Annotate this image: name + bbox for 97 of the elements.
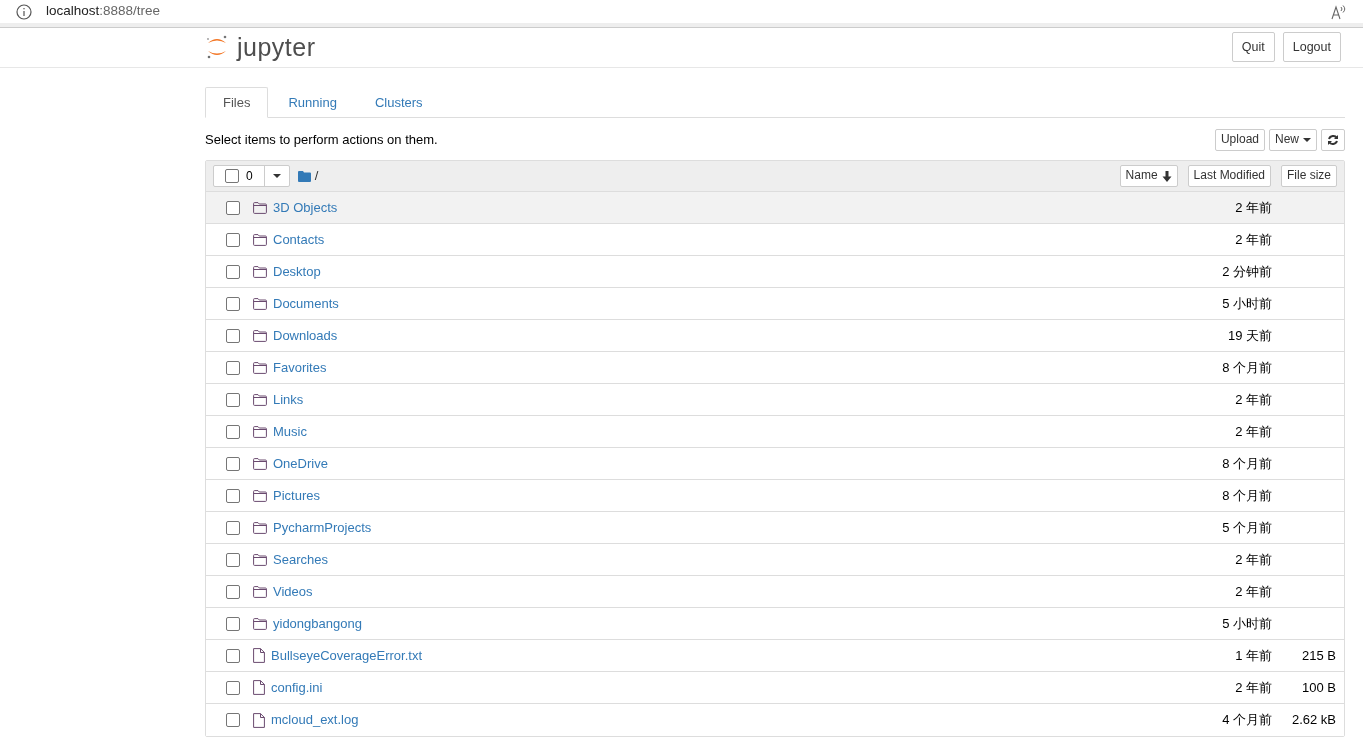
file-link[interactable]: config.ini [271,677,323,698]
modified-time: 1 年前 [1234,646,1272,665]
address-url[interactable]: localhost:8888/tree [46,1,161,22]
caret-icon [272,173,281,179]
jupyter-logo-icon [205,34,229,60]
tab[interactable]: Clusters [356,87,441,118]
modified-time: 4 个月前 [1221,711,1272,730]
row-checkbox[interactable] [226,456,240,471]
tab[interactable]: Files [205,87,269,118]
modified-time: 8 个月前 [1221,358,1272,377]
row-checkbox[interactable] [226,648,240,663]
file-size: 215 B [1301,646,1337,665]
row-checkbox[interactable] [226,680,240,695]
info-icon[interactable] [16,3,32,20]
row-checkbox[interactable] [226,264,240,279]
folder-icon [253,233,267,246]
row-checkbox[interactable] [226,360,240,375]
file-icon [253,648,265,663]
folder-icon [253,617,267,630]
folder-link[interactable]: PycharmProjects [273,517,372,538]
row-checkbox[interactable] [226,328,240,343]
arrow-down-icon [1161,170,1172,182]
folder-link[interactable]: Favorites [273,357,327,378]
tab[interactable]: Running [270,87,355,118]
modified-time: 5 小时前 [1221,614,1272,633]
folder-icon [253,553,267,566]
file-size: 2.62 kB [1290,711,1337,730]
folder-link[interactable]: Searches [273,549,328,570]
folder-icon [253,329,267,342]
folder-link[interactable]: Desktop [273,261,321,282]
sort-button[interactable]: Name [1119,165,1178,187]
row-checkbox[interactable] [226,200,240,215]
folder-link[interactable]: yidongbangong [273,613,362,634]
row-checkbox[interactable] [226,713,240,727]
row-checkbox[interactable] [226,520,240,535]
modified-time: 5 个月前 [1221,518,1272,537]
modified-time: 2 年前 [1234,230,1272,249]
quit-button[interactable]: Quit [1231,31,1275,63]
row-checkbox[interactable] [226,392,240,407]
selected-count: 0 [246,168,253,185]
modified-time: 19 天前 [1226,326,1272,345]
logo-text: jupyter [237,34,316,60]
folder-icon [253,585,267,598]
folder-icon [253,361,267,374]
folder-link[interactable]: Pictures [273,485,320,506]
row-checkbox[interactable] [226,616,240,631]
modified-time: 5 小时前 [1221,294,1272,313]
modified-time: 2 年前 [1234,198,1272,217]
folder-icon [253,201,267,214]
row-checkbox[interactable] [226,584,240,599]
folder-icon [253,425,267,438]
instruction-text: Select items to perform actions on them. [205,131,438,150]
row-checkbox[interactable] [226,488,240,503]
file-icon [253,712,265,728]
folder-icon [253,265,267,278]
modified-time: 2 年前 [1234,422,1272,441]
folder-icon [253,297,267,310]
folder-icon [253,521,267,534]
modified-time: 2 年前 [1234,390,1272,409]
sort-button[interactable]: File size [1281,165,1337,187]
modified-time: 8 个月前 [1221,454,1272,473]
row-checkbox[interactable] [226,296,240,311]
folder-link[interactable]: Music [273,421,307,442]
folder-link[interactable]: Contacts [273,229,325,250]
file-icon [253,680,265,695]
folder-link[interactable]: OneDrive [273,453,328,474]
folder-icon [253,489,267,502]
folder-link[interactable]: Links [273,389,304,410]
select-all-dropdown[interactable]: 0 [213,165,290,187]
folder-icon [297,170,311,182]
row-checkbox[interactable] [226,232,240,247]
modified-time: 8 个月前 [1221,486,1272,505]
select-all-checkbox[interactable] [225,169,239,183]
folder-link[interactable]: 3D Objects [273,197,338,218]
modified-time: 2 年前 [1234,582,1272,601]
folder-link[interactable]: Documents [273,293,339,314]
refresh-icon [1327,134,1339,146]
file-size: 100 B [1301,678,1337,697]
new-button[interactable]: New [1269,129,1317,151]
folder-icon [253,457,267,470]
modified-time: 2 年前 [1234,678,1272,697]
sort-button[interactable]: Last Modified [1187,165,1271,187]
folder-icon [253,393,267,406]
modified-time: 2 年前 [1234,550,1272,569]
row-checkbox[interactable] [226,424,240,439]
folder-link[interactable]: Downloads [273,325,338,346]
modified-time: 2 分钟前 [1221,262,1272,281]
file-link[interactable]: mcloud_ext.log [271,710,359,730]
file-link[interactable]: BullseyeCoverageError.txt [271,645,422,666]
upload-button[interactable]: Upload [1214,129,1265,151]
caret-icon [1303,137,1311,143]
refresh-button[interactable] [1321,129,1345,151]
logout-button[interactable]: Logout [1282,31,1341,63]
folder-link[interactable]: Videos [273,581,313,602]
row-checkbox[interactable] [226,552,240,567]
breadcrumb-root[interactable]: / [314,166,319,186]
read-aloud-icon[interactable] [1331,3,1347,20]
